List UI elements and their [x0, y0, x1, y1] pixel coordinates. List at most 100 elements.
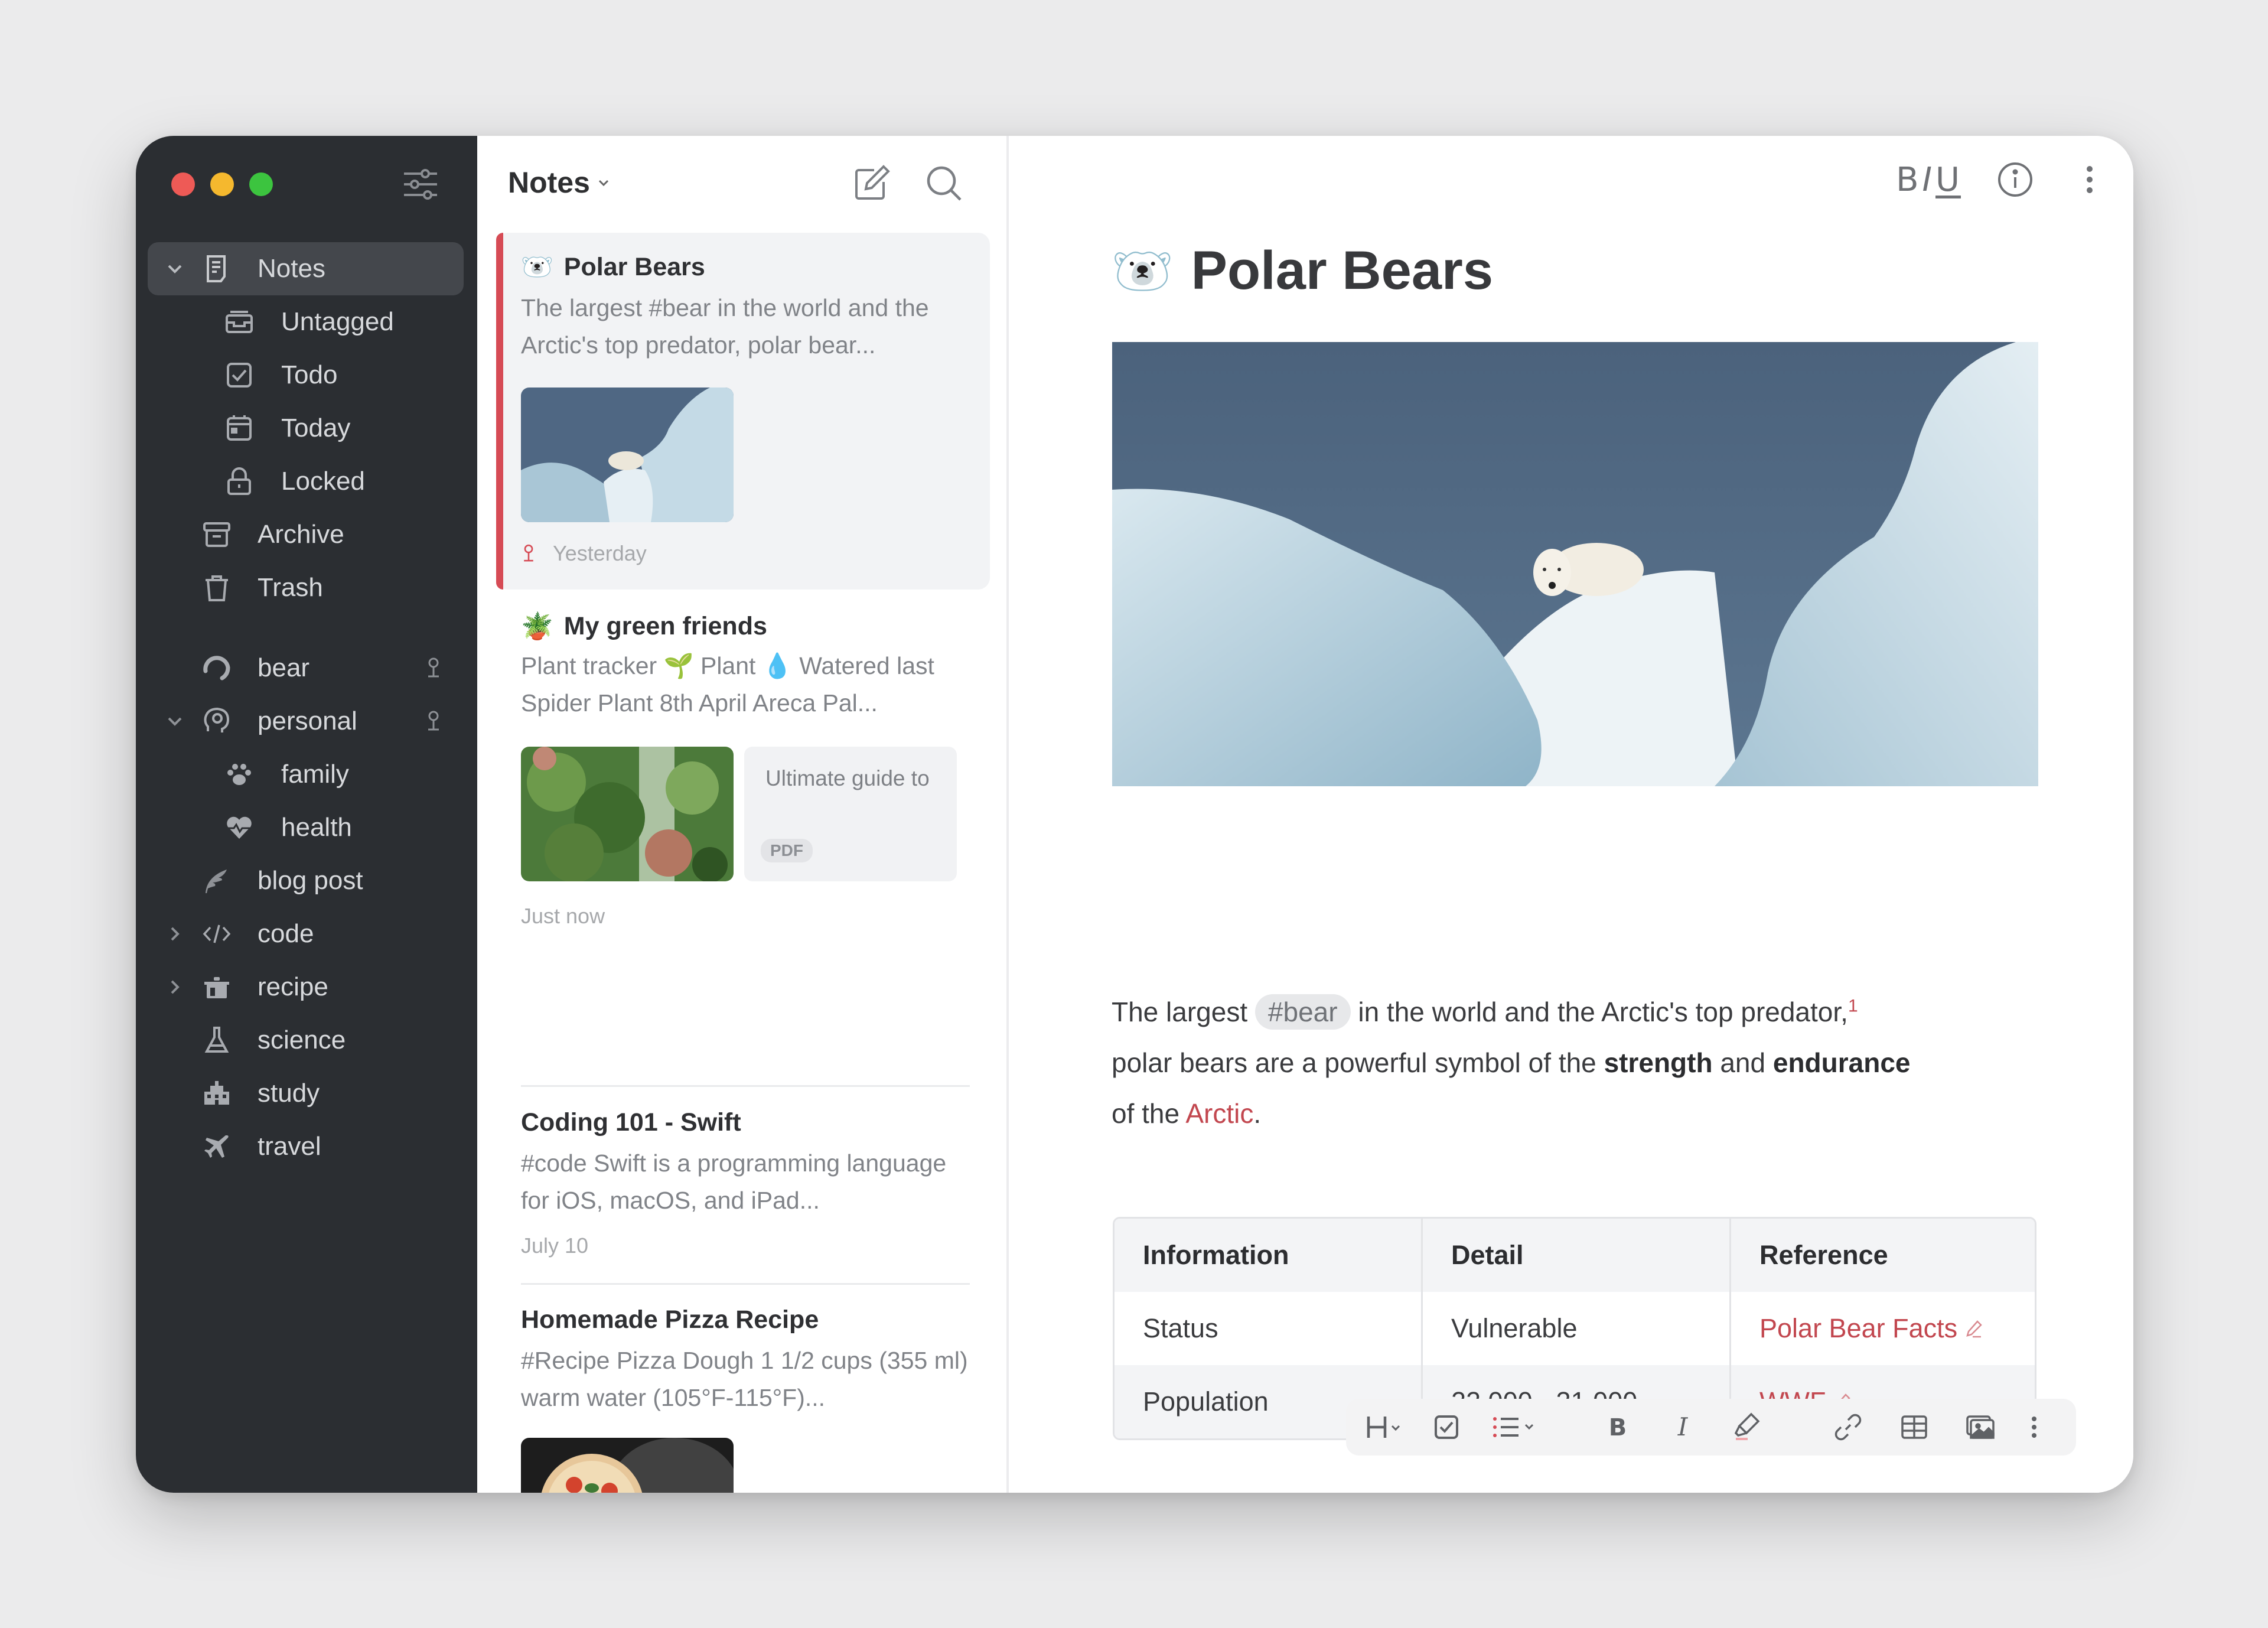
chevron-down-icon[interactable] — [164, 711, 185, 732]
sidebar-tag-blog-post[interactable]: blog post — [148, 854, 464, 907]
note-title-heading[interactable]: 🐻‍❄️ Polar Bears — [1112, 240, 1493, 302]
reference-link[interactable]: Polar Bear Facts — [1759, 1313, 1984, 1344]
note-list-title: Notes — [508, 166, 590, 199]
italic-glyph: I — [1922, 160, 1933, 199]
checkbox-icon — [1435, 1415, 1458, 1439]
table-cell[interactable]: Vulnerable — [1423, 1292, 1731, 1365]
lock-icon — [227, 467, 251, 495]
sidebar-tag-bear[interactable]: bear — [148, 642, 464, 695]
bold-text: endurance — [1772, 1047, 1911, 1078]
table-header-cell[interactable]: Information — [1115, 1219, 1423, 1292]
bold-icon: B — [1609, 1414, 1627, 1441]
traffic-lights — [171, 172, 273, 196]
table-header-cell[interactable]: Reference — [1731, 1219, 2035, 1292]
more-format-button[interactable] — [2019, 1409, 2049, 1445]
polar-bear-emoji-icon: 🐻‍❄️ — [1112, 243, 1174, 299]
chevron-down-icon — [598, 180, 608, 187]
table-cell[interactable]: Status — [1115, 1292, 1423, 1365]
polar-bear-image[interactable] — [1112, 342, 2038, 786]
chevron-right-icon[interactable] — [164, 976, 185, 998]
image-icon — [1966, 1415, 1995, 1439]
sidebar-item-today[interactable]: Today — [148, 402, 464, 455]
chevron-right-icon[interactable] — [164, 923, 185, 945]
note-list-title-dropdown[interactable]: Notes — [508, 165, 611, 200]
school-icon — [204, 1081, 229, 1105]
list-button[interactable] — [1488, 1409, 1541, 1445]
sidebar-item-label: family — [281, 760, 349, 789]
close-window-button[interactable] — [171, 172, 195, 196]
pin-icon[interactable] — [425, 656, 442, 680]
head-icon — [204, 707, 230, 732]
note-snippet: #code Swift is a programming language fo… — [521, 1150, 947, 1214]
note-card-green-friends[interactable]: 🪴 My green friends Plant tracker 🌱 Plant… — [496, 597, 990, 1063]
link-button[interactable] — [1830, 1409, 1866, 1445]
note-editor: B I U 🐻‍❄️ Polar Bears — [1009, 136, 2133, 1493]
sidebar-item-todo[interactable]: Todo — [148, 349, 464, 402]
search-icon[interactable] — [923, 162, 965, 204]
bold-button[interactable]: B — [1600, 1409, 1635, 1445]
arctic-link[interactable]: Arctic — [1185, 1098, 1253, 1129]
table-header-cell[interactable]: Detail — [1423, 1219, 1731, 1292]
sidebar-item-label: recipe — [258, 972, 328, 1001]
pin-icon[interactable] — [425, 709, 442, 733]
italic-button[interactable]: I — [1665, 1409, 1700, 1445]
body-text-run: . — [1253, 1098, 1262, 1129]
sidebar-item-label: study — [258, 1079, 320, 1108]
pin-icon — [524, 544, 533, 562]
image-button[interactable] — [1963, 1409, 1998, 1445]
pdf-attachment-card[interactable]: Ultimate guide to PDF — [744, 747, 957, 881]
sidebar-item-label: blog post — [258, 866, 363, 895]
info-icon[interactable] — [1995, 159, 2035, 200]
trash-icon — [206, 575, 228, 601]
note-title-text: Polar Bears — [1191, 240, 1493, 301]
sidebar-item-notes[interactable]: Notes — [148, 242, 464, 295]
sidebar-tag-code[interactable]: code — [148, 907, 464, 960]
todo-button[interactable] — [1429, 1409, 1464, 1445]
sidebar-tag-personal[interactable]: personal — [148, 695, 464, 748]
checkbox-icon — [227, 363, 252, 388]
sliders-icon[interactable] — [402, 167, 439, 202]
sidebar-item-untagged[interactable]: Untagged — [148, 295, 464, 349]
archive-box-icon — [203, 522, 230, 547]
sidebar-item-label: Trash — [258, 573, 323, 602]
body-text-run: The largest — [1112, 997, 1248, 1027]
note-list: Notes 🐻‍❄️ Polar Bears The largest #bear… — [477, 136, 1009, 1493]
heading-button[interactable] — [1364, 1409, 1409, 1445]
format-toolbar: B I — [1346, 1399, 2076, 1456]
sidebar-item-locked[interactable]: Locked — [148, 455, 464, 508]
note-title: Polar Bears — [563, 253, 705, 281]
editor-top-toolbar: B I U — [1896, 159, 2110, 200]
bold-glyph: B — [1896, 160, 1920, 199]
sidebar-tag-recipe[interactable]: recipe — [148, 960, 464, 1014]
more-vertical-icon[interactable] — [2070, 159, 2110, 200]
sidebar-tag-health[interactable]: health — [148, 801, 464, 854]
note-body[interactable]: The largest #bear in the world and the A… — [1112, 986, 2057, 1139]
sidebar-tag-study[interactable]: study — [148, 1067, 464, 1120]
highlight-button[interactable] — [1730, 1409, 1765, 1445]
table-cell[interactable]: Polar Bear Facts — [1731, 1292, 2035, 1365]
sidebar-item-label: Locked — [281, 467, 365, 496]
note-card-pizza-recipe[interactable]: Homemade Pizza Recipe #Recipe Pizza Doug… — [496, 1285, 990, 1493]
table-button[interactable] — [1896, 1409, 1932, 1445]
sidebar-item-archive[interactable]: Archive — [148, 508, 464, 561]
note-card-coding-swift[interactable]: Coding 101 - Swift #code Swift is a prog… — [496, 1088, 990, 1277]
app-window: Notes Untagged Todo Today Locked Archive… — [136, 136, 2133, 1493]
hashtag-bear[interactable]: #bear — [1254, 994, 1351, 1030]
potted-plant-emoji-icon: 🪴 — [521, 611, 553, 641]
note-card-polar-bears[interactable]: 🐻‍❄️ Polar Bears The largest #bear in th… — [496, 233, 990, 590]
note-thumbnail-pizza — [521, 1438, 734, 1493]
sidebar-tag-travel[interactable]: travel — [148, 1120, 464, 1173]
note-title: My green friends — [563, 612, 767, 640]
minimize-window-button[interactable] — [210, 172, 234, 196]
sidebar-tag-science[interactable]: science — [148, 1014, 464, 1067]
table-icon — [1901, 1415, 1927, 1439]
text-style-button[interactable]: B I U — [1896, 161, 1961, 199]
footnote-marker[interactable]: 1 — [1848, 997, 1858, 1016]
chevron-down-icon[interactable] — [164, 258, 185, 279]
compose-icon[interactable] — [850, 162, 893, 204]
zoom-window-button[interactable] — [249, 172, 273, 196]
sidebar-item-trash[interactable]: Trash — [148, 561, 464, 614]
heart-pulse-icon — [227, 816, 252, 839]
sidebar-tag-family[interactable]: family — [148, 748, 464, 801]
pdf-title: Ultimate guide to — [765, 766, 930, 790]
